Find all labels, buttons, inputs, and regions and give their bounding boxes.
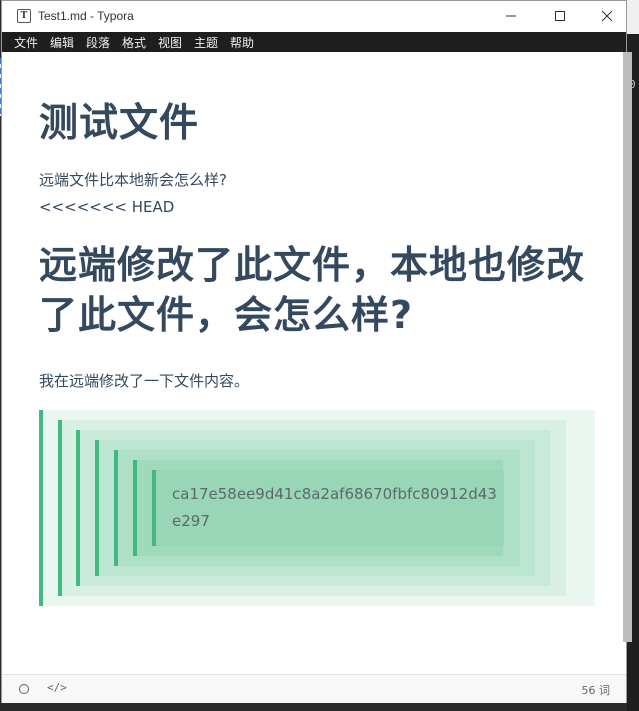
vertical-scrollbar[interactable] — [623, 52, 632, 642]
document-heading-2[interactable]: 远端修改了此文件，本地也修改了此文件，会怎么样? — [39, 240, 609, 340]
menu-edit[interactable]: 编辑 — [50, 34, 74, 51]
paragraph-2[interactable]: 我在远端修改了一下文件内容。 — [39, 370, 249, 391]
menu-format[interactable]: 格式 — [122, 34, 146, 51]
editor-area[interactable]: 测试文件 远端文件比本地新会怎么样? <<<<<<< HEAD 远端修改了此文件… — [9, 52, 623, 674]
menu-file[interactable]: 文件 — [14, 34, 38, 51]
blockquote-text[interactable]: ca17e58ee9d41c8a2af68670fbfc80912d43e297 — [172, 481, 502, 535]
status-bar: </> 56 词 — [2, 674, 626, 703]
menu-help[interactable]: 帮助 — [230, 34, 254, 51]
minimize-button[interactable] — [488, 1, 534, 32]
circle-icon[interactable] — [19, 684, 29, 694]
paragraph-1[interactable]: 远端文件比本地新会怎么样? — [39, 169, 227, 190]
title-bar: T Test1.md - Typora — [2, 1, 626, 32]
typora-app-icon: T — [17, 9, 31, 23]
menu-theme[interactable]: 主题 — [194, 34, 218, 51]
menu-view[interactable]: 视图 — [158, 34, 182, 51]
menu-paragraph[interactable]: 段落 — [86, 34, 110, 51]
conflict-marker[interactable]: <<<<<<< HEAD — [39, 198, 174, 216]
minimize-icon — [506, 15, 516, 17]
maximize-button[interactable] — [537, 1, 583, 32]
window-title: Test1.md - Typora — [38, 9, 134, 23]
document-heading-1[interactable]: 测试文件 — [39, 92, 199, 148]
close-icon — [601, 10, 613, 22]
code-icon[interactable]: </> — [47, 681, 67, 694]
maximize-icon — [555, 11, 565, 21]
word-count[interactable]: 56 词 — [582, 682, 611, 698]
close-button[interactable] — [584, 1, 630, 32]
typora-window: T Test1.md - Typora 文件 编辑 段落 格式 视图 主题 帮助… — [1, 0, 632, 703]
menu-bar: 文件 编辑 段落 格式 视图 主题 帮助 — [2, 32, 626, 52]
